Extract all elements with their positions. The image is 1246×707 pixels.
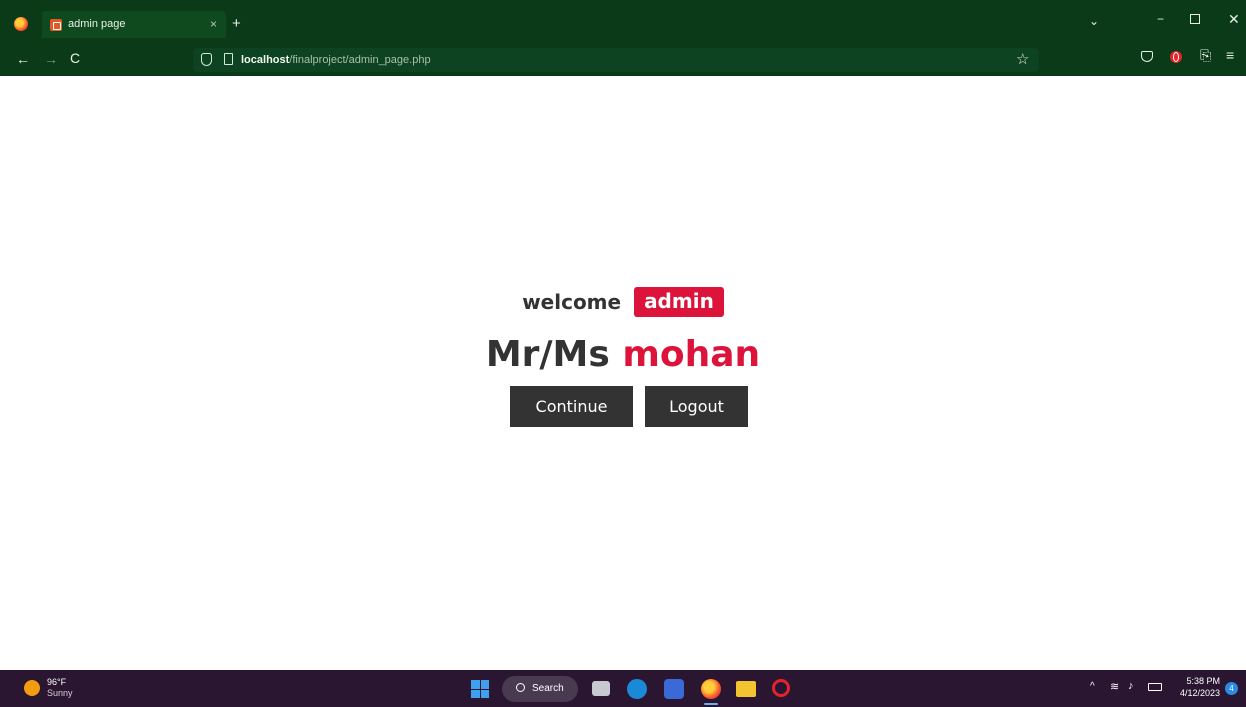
opera-icon[interactable] — [772, 679, 790, 697]
firefox-icon[interactable] — [14, 17, 28, 31]
role-badge: admin — [634, 287, 724, 317]
tab-favicon-icon — [50, 19, 62, 31]
clock-time[interactable]: 5:38 PM — [1170, 676, 1220, 686]
firefox-taskbar-icon[interactable] — [701, 679, 721, 699]
weather-condition[interactable]: Sunny — [47, 688, 73, 698]
continue-button[interactable]: Continue — [510, 386, 633, 427]
bookmark-star-icon[interactable]: ☆ — [1016, 50, 1029, 68]
weather-sun-icon[interactable] — [24, 680, 40, 696]
reload-button[interactable]: C — [70, 50, 80, 66]
wifi-icon[interactable]: ≋ — [1110, 680, 1119, 693]
tab-title: admin page — [68, 18, 126, 30]
volume-icon[interactable]: ♪ — [1128, 680, 1134, 692]
username: mohan — [622, 334, 761, 375]
store-icon[interactable] — [664, 679, 684, 699]
search-icon — [516, 683, 525, 692]
page-content: welcome admin Mr/Ms mohan Continue Logou… — [0, 76, 1246, 670]
taskbar: 96°F Sunny Search ^ ≋ ♪ 5:38 PM 4/12/202… — [0, 670, 1246, 707]
tabs-dropdown-icon[interactable]: ⌄ — [1089, 14, 1099, 28]
back-button[interactable]: ← — [16, 51, 30, 67]
url-text[interactable]: localhost/finalproject/admin_page.php — [241, 54, 431, 66]
new-tab-button[interactable]: + — [232, 15, 241, 32]
forward-button[interactable]: → — [44, 51, 58, 67]
windows-start-icon[interactable] — [471, 680, 489, 698]
extension-icon[interactable] — [1170, 51, 1182, 63]
user-name-heading: Mr/Ms mohan — [0, 334, 1246, 375]
tray-overflow-icon[interactable]: ^ — [1090, 681, 1095, 692]
weather-temp[interactable]: 96°F — [47, 677, 66, 687]
shield-icon[interactable] — [201, 53, 212, 66]
welcome-text: welcome — [522, 290, 622, 314]
close-window-button[interactable]: ✕ — [1228, 11, 1240, 28]
active-app-indicator — [704, 703, 718, 705]
minimize-button[interactable]: − — [1157, 12, 1164, 26]
notification-badge[interactable]: 4 — [1225, 682, 1238, 695]
browser-tab-bar: admin page × + ⌄ − ✕ — [0, 0, 1246, 44]
url-host: localhost — [241, 54, 290, 66]
search-label: Search — [532, 683, 564, 694]
url-path: /finalproject/admin_page.php — [289, 54, 431, 66]
address-bar[interactable]: localhost/finalproject/admin_page.php ☆ — [193, 48, 1039, 72]
tab-close-icon[interactable]: × — [210, 17, 217, 31]
welcome-heading: welcome admin — [0, 287, 1246, 317]
menu-icon[interactable]: ≡ — [1226, 47, 1234, 63]
tab-admin-page[interactable]: admin page × — [42, 11, 226, 38]
file-explorer-icon[interactable] — [736, 681, 756, 697]
edge-icon[interactable] — [627, 679, 647, 699]
battery-icon[interactable] — [1148, 683, 1162, 691]
page-info-icon[interactable] — [224, 53, 233, 65]
share-icon[interactable]: ⎘ — [1200, 47, 1211, 64]
task-view-icon[interactable] — [592, 681, 610, 696]
logout-button[interactable]: Logout — [645, 386, 748, 427]
taskbar-search[interactable]: Search — [502, 676, 578, 702]
restore-button[interactable] — [1190, 14, 1200, 24]
clock-date[interactable]: 4/12/2023 — [1170, 688, 1220, 698]
salutation: Mr/Ms — [485, 334, 610, 375]
navigation-toolbar: ← → C localhost/finalproject/admin_page.… — [0, 44, 1246, 76]
